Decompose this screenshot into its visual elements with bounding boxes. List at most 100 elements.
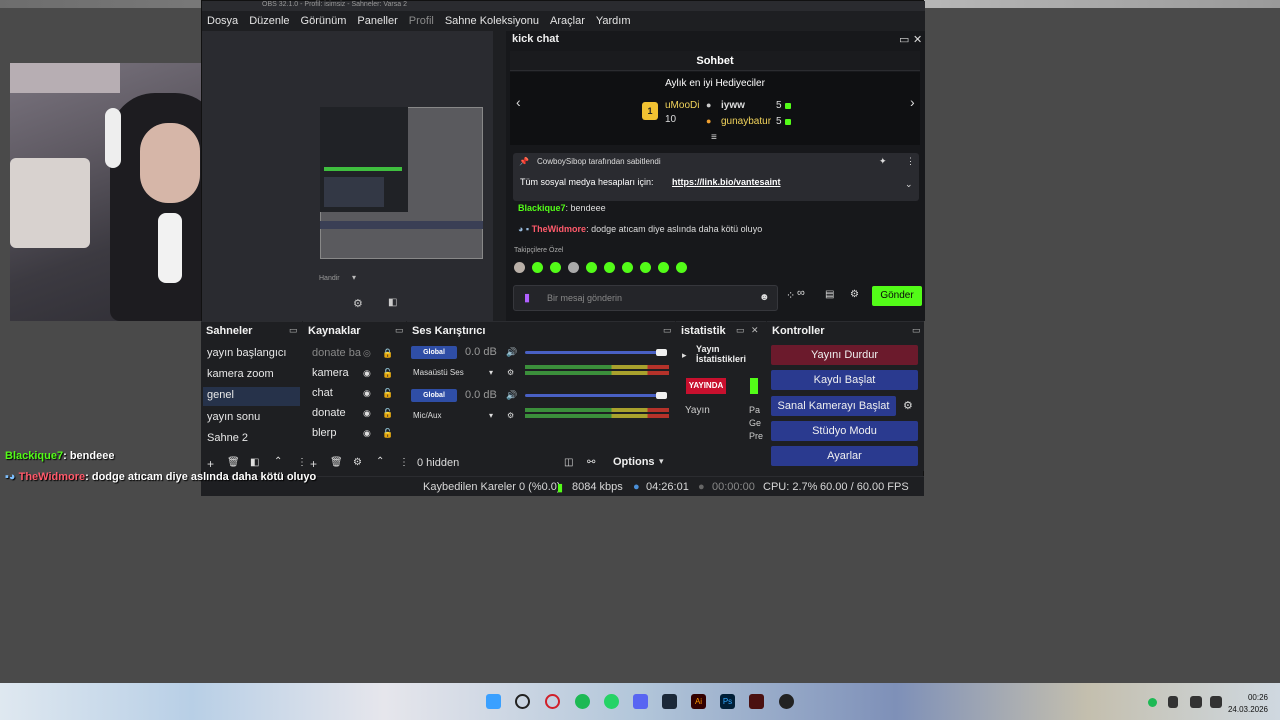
clock-date[interactable]: 24.03.2026 <box>1226 705 1268 714</box>
whatsapp-icon[interactable] <box>604 694 619 709</box>
options-button[interactable]: Options <box>613 456 655 468</box>
emote-icon[interactable] <box>622 261 633 273</box>
menu-gorunum[interactable]: Görünüm <box>301 15 347 27</box>
message-input[interactable]: ▮ Bir mesaj gönderin ☻ <box>513 285 778 311</box>
emote-icon[interactable] <box>676 261 687 273</box>
menu-araclar[interactable]: Araçlar <box>550 15 585 27</box>
lock-open-icon[interactable]: 🔓 <box>382 388 393 399</box>
network-icon[interactable] <box>1190 696 1202 708</box>
channel-settings-icon[interactable]: ⚙ <box>507 411 514 420</box>
clock-time[interactable]: 00:26 <box>1236 693 1268 702</box>
scene-item-selected[interactable]: genel <box>207 389 234 401</box>
volume-slider[interactable] <box>525 394 663 397</box>
scene-item[interactable]: yayın sonu <box>207 411 260 423</box>
steam-icon[interactable] <box>662 694 677 709</box>
chevron-up-icon[interactable]: ⌃ <box>274 456 282 467</box>
emote-icon[interactable] <box>514 261 525 273</box>
dock-float-icon[interactable]: ▭ <box>289 325 298 336</box>
hidden-count[interactable]: 0 hidden <box>417 457 459 469</box>
emote-icon[interactable] <box>550 261 561 273</box>
scene-item[interactable]: Sahne 2 <box>207 432 248 444</box>
global-tag[interactable]: Global <box>411 346 457 359</box>
pinned-link[interactable]: https://link.bio/vantesaint <box>672 177 781 187</box>
chevron-down-icon[interactable]: ▾ <box>489 411 493 420</box>
more-icon[interactable]: ⋮ <box>906 156 915 167</box>
add-icon[interactable]: + <box>310 457 317 471</box>
eye-icon[interactable]: ◉ <box>363 368 371 379</box>
scene-item[interactable]: kamera zoom <box>207 368 274 380</box>
menu-profil[interactable]: Profil <box>409 15 434 27</box>
chevron-down-icon[interactable]: ▾ <box>352 273 356 282</box>
eye-hidden-icon[interactable]: ◎ <box>363 348 371 359</box>
settings-button[interactable]: Ayarlar <box>771 446 918 466</box>
lock-open-icon[interactable]: 🔓 <box>382 428 393 439</box>
tray-status-icon[interactable] <box>1148 698 1157 707</box>
chat-username[interactable]: Blackique7 <box>518 203 566 213</box>
preview-canvas[interactable]: Handir ▾ ⚙ ◧ <box>202 31 493 321</box>
start-icon[interactable] <box>486 694 501 709</box>
volume-slider-knob[interactable] <box>656 392 667 399</box>
add-icon[interactable]: + <box>207 457 214 471</box>
layout-toggle-icon[interactable]: ◧ <box>388 297 397 308</box>
emoji-icon[interactable]: ☻ <box>759 292 770 303</box>
source-item[interactable]: chat <box>312 387 333 399</box>
scene-item[interactable]: yayın başlangıcı <box>207 347 287 359</box>
discord-icon[interactable] <box>633 694 648 709</box>
menu-dosya[interactable]: Dosya <box>207 15 238 27</box>
chevron-right-icon[interactable]: › <box>910 94 915 110</box>
volume-slider[interactable] <box>525 351 663 354</box>
chevron-right-icon[interactable]: ▸ <box>682 350 687 361</box>
dock-float-icon[interactable]: ▭ <box>736 325 745 336</box>
dock-float-icon[interactable]: ▭ <box>663 325 672 336</box>
chevron-down-icon[interactable]: ⌄ <box>905 179 913 190</box>
float-icon[interactable]: ▭ <box>899 33 909 46</box>
chat-username[interactable]: TheWidmore <box>532 224 586 234</box>
lock-open-icon[interactable]: 🔓 <box>382 368 393 379</box>
menu-duzenle[interactable]: Düzenle <box>249 15 289 27</box>
volume-icon[interactable]: 🔊 <box>506 390 517 401</box>
gear-icon[interactable]: ⚙ <box>353 457 362 468</box>
dock-float-icon[interactable]: ▭ <box>912 325 921 336</box>
users-icon[interactable]: ⁘ <box>786 289 795 302</box>
emote-icon[interactable] <box>604 261 615 273</box>
gear-icon[interactable]: ⚙ <box>850 289 859 300</box>
emote-icon[interactable] <box>586 261 597 273</box>
speaker-icon[interactable] <box>1210 696 1222 708</box>
source-item[interactable]: donate <box>312 407 346 419</box>
channel-settings-icon[interactable]: ⚙ <box>507 368 514 377</box>
volume-icon[interactable]: 🔊 <box>506 347 517 358</box>
volume-slider-knob[interactable] <box>656 349 667 356</box>
search-icon[interactable] <box>515 694 530 709</box>
store-icon[interactable]: ▤ <box>825 289 834 300</box>
filter-icon[interactable]: ◧ <box>250 457 259 468</box>
source-item[interactable]: donate ba <box>312 347 361 359</box>
window-titlebar[interactable]: OBS 32.1.0 - Profil: isimsiz - Sahneler:… <box>202 1 925 11</box>
opera-icon[interactable] <box>545 694 560 709</box>
send-button[interactable]: Gönder <box>872 286 922 306</box>
emote-icon[interactable] <box>532 261 543 273</box>
layout-icon[interactable]: ◫ <box>564 457 573 468</box>
menu-sahne-koleksiyonu[interactable]: Sahne Koleksiyonu <box>445 15 539 27</box>
obs-icon[interactable] <box>779 694 794 709</box>
eye-icon[interactable]: ◉ <box>363 408 371 419</box>
stop-stream-button[interactable]: Yayını Durdur <box>771 345 918 365</box>
dock-float-icon[interactable]: ▭ <box>395 325 404 336</box>
close-icon[interactable]: ✕ <box>913 33 922 46</box>
eye-icon[interactable]: ◉ <box>363 428 371 439</box>
menu-yardim[interactable]: Yardım <box>596 15 631 27</box>
spotify-icon[interactable] <box>575 694 590 709</box>
source-item[interactable]: kamera <box>312 367 349 379</box>
gear-icon[interactable]: ⚙ <box>353 297 363 310</box>
source-item[interactable]: blerp <box>312 427 336 439</box>
emote-icon[interactable] <box>658 261 669 273</box>
trash-icon[interactable]: 🗑 <box>330 457 343 468</box>
gear-icon[interactable]: ⚙ <box>903 399 913 412</box>
app-icon[interactable] <box>749 694 764 709</box>
eye-icon[interactable]: ◉ <box>363 388 371 399</box>
mic-icon[interactable]: ▮ <box>524 291 530 304</box>
global-tag[interactable]: Global <box>411 389 457 402</box>
lock-icon[interactable]: 🔒 <box>382 348 393 359</box>
start-virtual-camera-button[interactable]: Sanal Kamerayı Başlat <box>771 396 896 416</box>
unpin-icon[interactable]: ✦ <box>879 156 887 167</box>
chevron-down-icon[interactable]: ▾ <box>659 456 664 467</box>
